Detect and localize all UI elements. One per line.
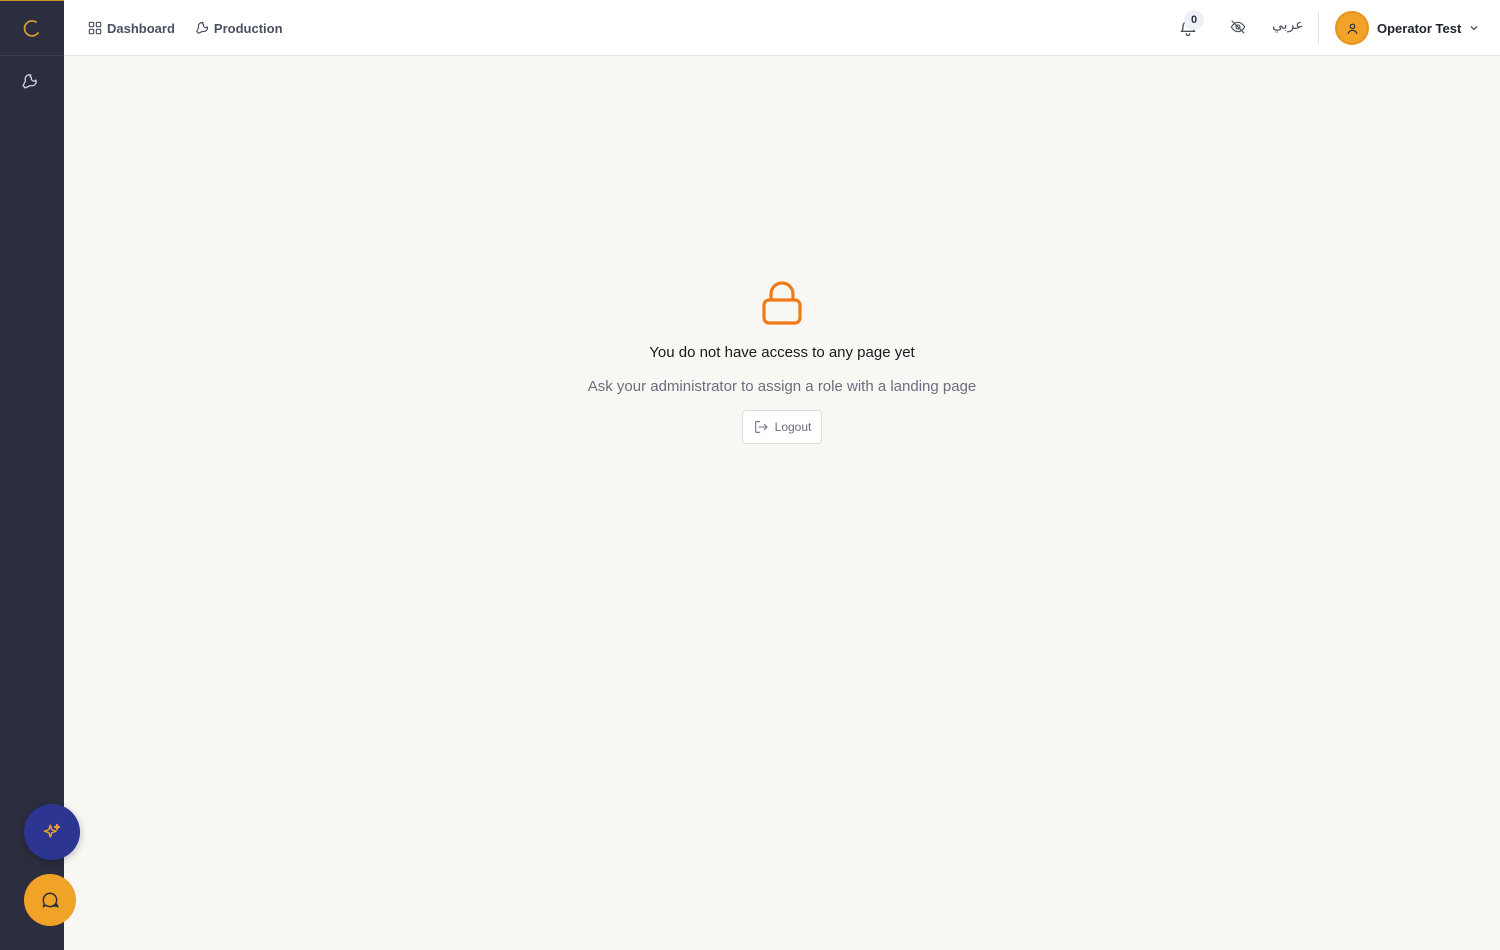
no-access-subtitle: Ask your administrator to assign a role …	[587, 378, 977, 395]
visibility-toggle-button[interactable]	[1230, 19, 1248, 37]
logout-button[interactable]: Logout	[741, 410, 823, 444]
top-bar: Dashboard Production 0 عربي Operator Tes…	[64, 0, 1500, 56]
wrench-icon	[21, 73, 37, 89]
chat-icon	[42, 892, 59, 908]
nav-link-dashboard-label: Dashboard	[107, 20, 175, 36]
loading-arc-logo-icon	[23, 20, 39, 37]
chevron-down-icon	[1470, 26, 1478, 31]
eye-off-icon	[1230, 20, 1246, 34]
topbar-divider	[1318, 12, 1319, 44]
user-menu-button[interactable]: Operator Test	[1335, 10, 1479, 46]
top-nav: Dashboard Production	[88, 0, 283, 56]
user-name: Operator Test	[1377, 20, 1462, 36]
nav-link-production-label: Production	[213, 20, 283, 36]
chat-button[interactable]	[24, 874, 76, 926]
sparkles-icon	[43, 823, 61, 838]
user-icon	[1347, 23, 1357, 34]
wrench-icon	[196, 21, 208, 34]
notifications-count-badge: 0	[1184, 10, 1204, 30]
logout-icon	[754, 421, 768, 433]
avatar	[1335, 11, 1369, 45]
no-access-title: You do not have access to any page yet	[649, 344, 915, 361]
lock-icon	[762, 281, 802, 325]
sidebar-item-production[interactable]	[18, 70, 40, 92]
main-content: You do not have access to any page yet A…	[64, 56, 1500, 950]
nav-link-dashboard[interactable]: Dashboard	[88, 21, 175, 36]
logout-label: Logout	[774, 420, 812, 434]
logo[interactable]	[0, 0, 64, 56]
nav-link-production[interactable]: Production	[195, 21, 283, 36]
grid-icon	[88, 21, 102, 35]
language-switch-button[interactable]: عربي	[1272, 17, 1304, 33]
ai-assistant-button[interactable]	[24, 804, 80, 860]
no-access-message: You do not have access to any page yet A…	[64, 280, 1500, 444]
